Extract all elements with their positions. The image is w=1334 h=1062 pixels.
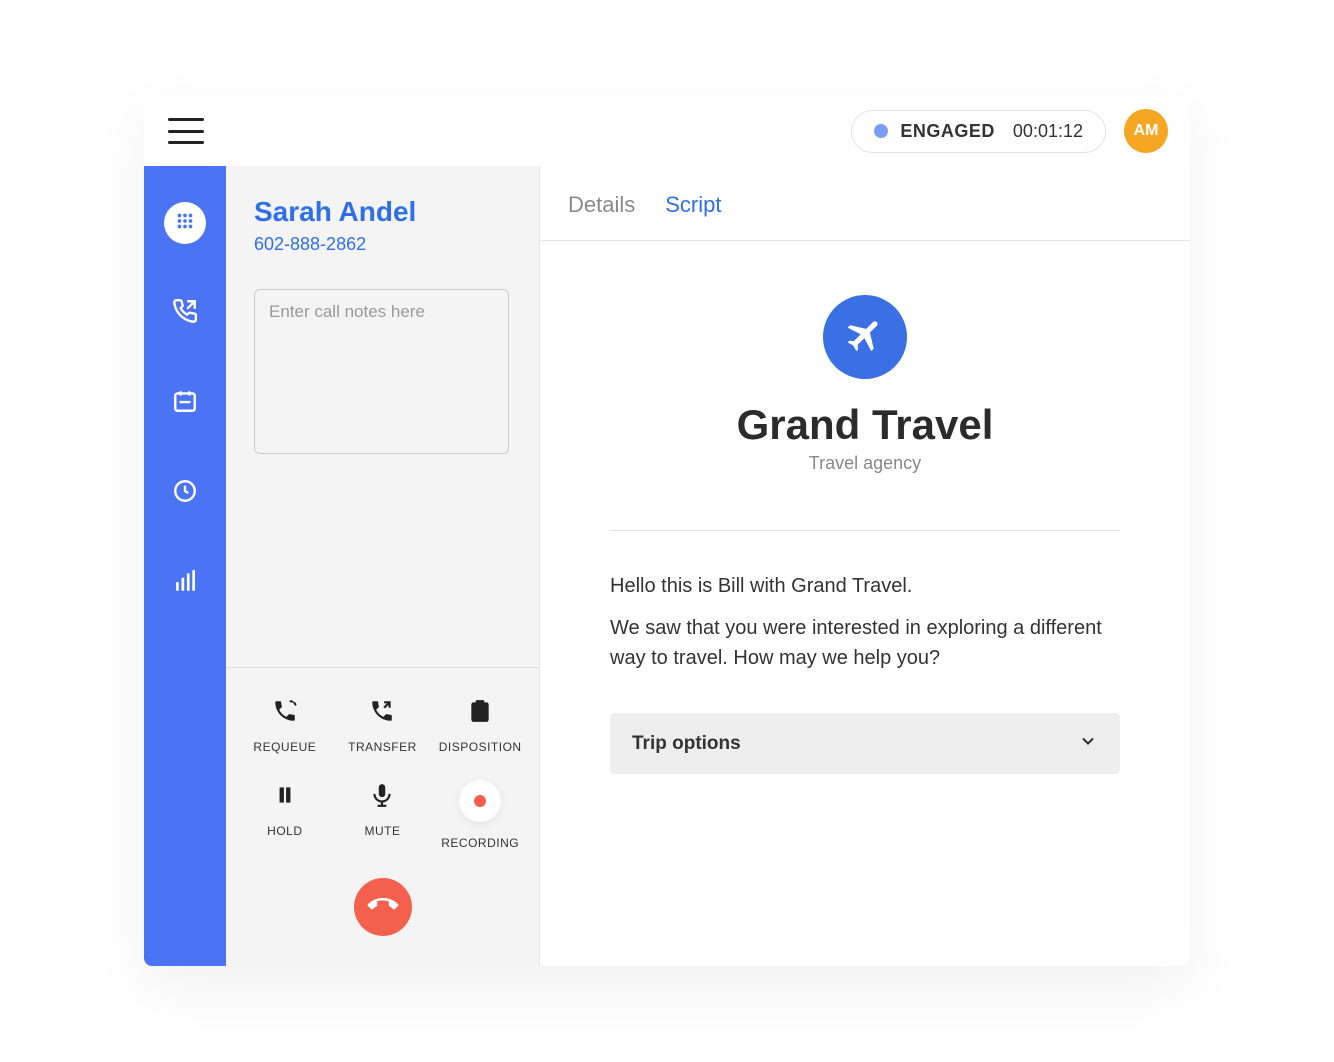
caller-phone: 602-888-2862 (254, 234, 511, 255)
sidebar-item-history[interactable] (164, 472, 206, 514)
disposition-label: DISPOSITION (439, 740, 522, 754)
disposition-button[interactable]: DISPOSITION (435, 696, 525, 754)
call-notes-input[interactable] (254, 289, 509, 454)
bar-chart-icon (172, 568, 198, 599)
record-icon (459, 780, 501, 822)
transfer-button[interactable]: TRANSFER (337, 696, 427, 754)
hangup-button[interactable] (354, 878, 412, 936)
company-logo (823, 295, 907, 379)
phone-hangup-icon (368, 890, 398, 925)
requeue-button[interactable]: REQUEUE (240, 696, 330, 754)
avatar[interactable]: AM (1124, 109, 1168, 153)
mic-icon (367, 780, 397, 810)
company-name: Grand Travel (737, 401, 994, 449)
clipboard-icon (465, 696, 495, 726)
divider (610, 530, 1120, 531)
script-followup: We saw that you were interested in explo… (610, 613, 1120, 673)
sidebar-item-calendar[interactable] (164, 382, 206, 424)
tabs: Details Script (540, 166, 1190, 241)
phone-out-icon (172, 298, 198, 329)
chevron-down-icon (1078, 731, 1098, 756)
script-content: Grand Travel Travel agency Hello this is… (540, 241, 1190, 966)
tab-details[interactable]: Details (568, 192, 635, 240)
recording-button[interactable]: RECORDING (435, 780, 525, 850)
requeue-label: REQUEUE (253, 740, 316, 754)
pause-icon (270, 780, 300, 810)
main-panel: Details Script Grand Travel Travel agenc… (540, 166, 1190, 966)
company-header: Grand Travel Travel agency (610, 295, 1120, 474)
status-label: ENGAGED (900, 121, 995, 142)
sidebar-item-dialpad[interactable] (164, 202, 206, 244)
plane-icon (844, 314, 886, 361)
trip-options-accordion[interactable]: Trip options (610, 713, 1120, 774)
header: ENGAGED 00:01:12 AM (144, 96, 1190, 166)
status-pill[interactable]: ENGAGED 00:01:12 (851, 110, 1106, 153)
mute-button[interactable]: MUTE (337, 780, 427, 850)
hold-button[interactable]: HOLD (240, 780, 330, 850)
call-controls: REQUEUE TRANSFER DISPOSITION (226, 667, 539, 966)
tab-script[interactable]: Script (665, 192, 721, 240)
header-right: ENGAGED 00:01:12 AM (851, 109, 1168, 153)
app-frame: ENGAGED 00:01:12 AM (144, 96, 1190, 966)
requeue-icon (270, 696, 300, 726)
caller-name: Sarah Andel (254, 196, 511, 228)
calendar-icon (172, 388, 198, 419)
script-greeting: Hello this is Bill with Grand Travel. (610, 571, 1120, 601)
dialpad-icon (174, 210, 196, 237)
status-dot-icon (874, 124, 888, 138)
hold-label: HOLD (267, 824, 302, 838)
company-type: Travel agency (809, 453, 921, 474)
mute-label: MUTE (364, 824, 400, 838)
transfer-icon (367, 696, 397, 726)
sidebar (144, 166, 226, 966)
avatar-initials: AM (1134, 122, 1159, 140)
script-text: Hello this is Bill with Grand Travel. We… (610, 571, 1120, 673)
sidebar-item-outgoing[interactable] (164, 292, 206, 334)
status-timer: 00:01:12 (1013, 121, 1083, 142)
sidebar-item-stats[interactable] (164, 562, 206, 604)
clock-icon (172, 478, 198, 509)
recording-label: RECORDING (441, 836, 519, 850)
accordion-title: Trip options (632, 733, 741, 755)
menu-button[interactable] (168, 118, 204, 144)
call-panel: Sarah Andel 602-888-2862 REQUEUE (226, 166, 540, 966)
transfer-label: TRANSFER (348, 740, 417, 754)
